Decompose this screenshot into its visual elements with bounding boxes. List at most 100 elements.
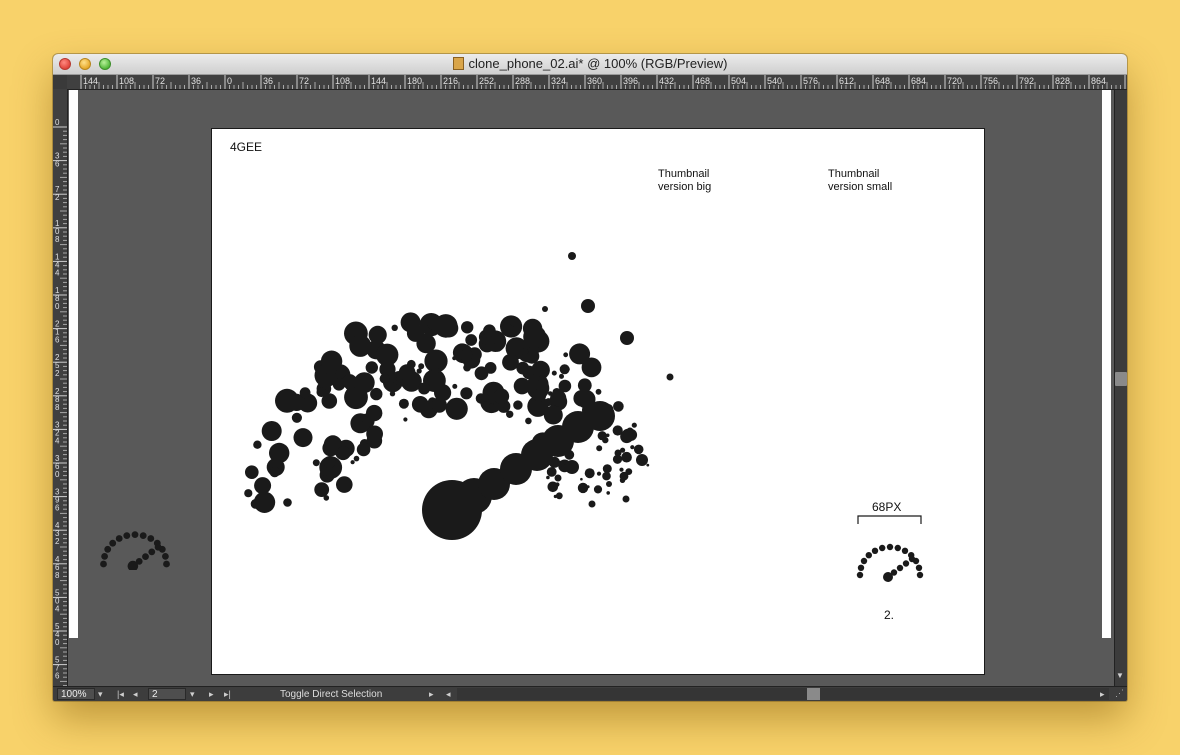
artwork-dot xyxy=(516,361,530,375)
ruler-label: 8 xyxy=(55,403,60,412)
artwork-dot xyxy=(483,324,496,337)
artwork-dot xyxy=(365,361,378,374)
artwork-dot xyxy=(509,316,520,327)
artwork-dot xyxy=(312,459,320,467)
ruler-label: 324 xyxy=(551,76,566,86)
horizontal-scrollbar[interactable] xyxy=(457,688,1109,700)
last-page-icon[interactable]: ▸| xyxy=(224,688,231,701)
next-page-icon[interactable]: ▸ xyxy=(209,688,214,701)
scroll-down-icon[interactable]: ▼ xyxy=(1116,671,1124,680)
artwork-dot xyxy=(577,378,592,393)
horizontal-ruler[interactable]: 144 108 72 36 0 36 72 108 144 180 216 252 288 324 360 3… xyxy=(53,75,1127,90)
artwork-dot xyxy=(605,433,610,438)
artboard-number-field[interactable]: 2 xyxy=(148,688,186,700)
chevron-down-icon[interactable]: ▾ xyxy=(98,688,103,701)
thumbnail-needle-dot xyxy=(148,548,156,556)
artwork-dot xyxy=(283,498,292,507)
illustrator-window: clone_phone_02.ai* @ 100% (RGB/Preview) … xyxy=(53,54,1127,701)
artwork-dot xyxy=(434,314,458,338)
artwork-dot xyxy=(606,491,610,495)
artwork-dot xyxy=(596,445,603,452)
artwork-dot xyxy=(269,442,290,464)
artwork-dot xyxy=(400,312,421,333)
thumbnail-dot xyxy=(856,571,864,579)
ruler-label: 0 xyxy=(55,118,60,127)
status-menu-arrow-icon[interactable]: ▸ xyxy=(429,688,434,701)
artwork-dot xyxy=(253,491,276,513)
artwork-dot xyxy=(366,425,383,443)
artboard[interactable]: 4GEE Thumbnail version big Thumbnail ver… xyxy=(211,128,985,675)
vertical-scroll-thumb[interactable] xyxy=(1115,372,1127,386)
artwork-dot xyxy=(391,324,398,331)
artwork-dot xyxy=(573,390,590,407)
ruler-label: 72 xyxy=(155,76,165,86)
first-page-icon[interactable]: |◂ xyxy=(117,688,124,701)
thumbnail-needle-dot xyxy=(142,553,149,560)
ruler-label: 6 xyxy=(55,672,60,681)
artwork-dot xyxy=(293,428,313,448)
status-bar: 100% ▾ |◂ ◂ 2 ▾ ▸ ▸| Toggle Direct Selec… xyxy=(53,686,1127,701)
artwork-dot xyxy=(431,366,440,375)
thumbnail-needle-dot xyxy=(902,560,910,567)
ruler-label: 864 xyxy=(1091,76,1106,86)
artwork-dot xyxy=(323,456,336,469)
thumbnail-dot xyxy=(916,571,924,579)
artwork-dot xyxy=(244,489,253,498)
artwork-dot xyxy=(533,388,547,402)
artwork-dot xyxy=(299,387,311,399)
thumbnail-dot xyxy=(857,564,865,571)
artwork-dot xyxy=(506,410,514,418)
artwork-dot xyxy=(481,393,490,402)
ruler-label: 0 xyxy=(55,470,60,479)
artwork-dot xyxy=(356,442,371,457)
ruler-label: 4 xyxy=(55,604,60,613)
artwork-dot xyxy=(336,476,353,493)
scroll-left-icon[interactable]: ◂ xyxy=(446,688,451,701)
artwork-dot xyxy=(452,383,458,389)
thumbnail-dot xyxy=(162,553,169,560)
artwork-dot xyxy=(596,471,602,476)
artwork-dot xyxy=(398,364,416,381)
artwork-dot xyxy=(633,444,644,455)
ruler-label: 4 xyxy=(55,436,60,445)
scroll-right-icon[interactable]: ▸ xyxy=(1100,688,1105,701)
thumbnail-needle-dot xyxy=(896,564,904,572)
thumbnail-dot xyxy=(101,553,108,560)
title-bar[interactable]: clone_phone_02.ai* @ 100% (RGB/Preview) xyxy=(53,54,1127,75)
artwork-dot xyxy=(521,348,529,356)
artwork-dot xyxy=(569,343,591,365)
signal-gauge-artwork-small[interactable] xyxy=(850,533,930,583)
ruler-label: 8 xyxy=(55,571,60,580)
resize-grip-icon[interactable]: ⋰ xyxy=(1115,688,1126,700)
artwork-dot xyxy=(553,494,558,499)
signal-gauge-artwork-big[interactable] xyxy=(212,129,984,674)
ruler-label: 2 xyxy=(55,369,60,378)
ruler-label: 396 xyxy=(623,76,638,86)
pasteboard-thumbnail[interactable] xyxy=(90,520,180,570)
thumbnail-dot xyxy=(139,532,147,539)
vertical-scrollbar[interactable] xyxy=(1114,90,1127,686)
artwork-dot xyxy=(565,367,570,372)
artwork-dot xyxy=(581,299,595,313)
ruler-label: 360 xyxy=(587,76,602,86)
zoom-field[interactable]: 100% xyxy=(57,688,95,700)
ruler-origin[interactable] xyxy=(53,75,67,89)
artwork-dot xyxy=(617,427,622,432)
tool-status-text[interactable]: Toggle Direct Selection xyxy=(280,688,382,701)
artwork-dot xyxy=(593,485,603,494)
ruler-label: 720 xyxy=(947,76,962,86)
artwork-dot xyxy=(445,397,468,420)
artboard-menu-chevron-icon[interactable]: ▾ xyxy=(190,688,195,701)
horizontal-scroll-thumb[interactable] xyxy=(807,688,820,700)
artwork-dot xyxy=(460,387,473,400)
artwork-dot xyxy=(353,372,375,393)
artwork-dot xyxy=(431,397,447,413)
artwork-dot xyxy=(254,477,272,495)
needle-dot xyxy=(585,401,615,431)
ruler-label: 144 xyxy=(83,76,98,86)
vertical-ruler[interactable]: 0367210814418021625228832436039643246850… xyxy=(53,89,68,686)
ruler-label: 792 xyxy=(1019,76,1034,86)
artwork-dot xyxy=(631,422,637,428)
artwork-dot xyxy=(551,370,557,376)
previous-page-icon[interactable]: ◂ xyxy=(133,688,138,701)
